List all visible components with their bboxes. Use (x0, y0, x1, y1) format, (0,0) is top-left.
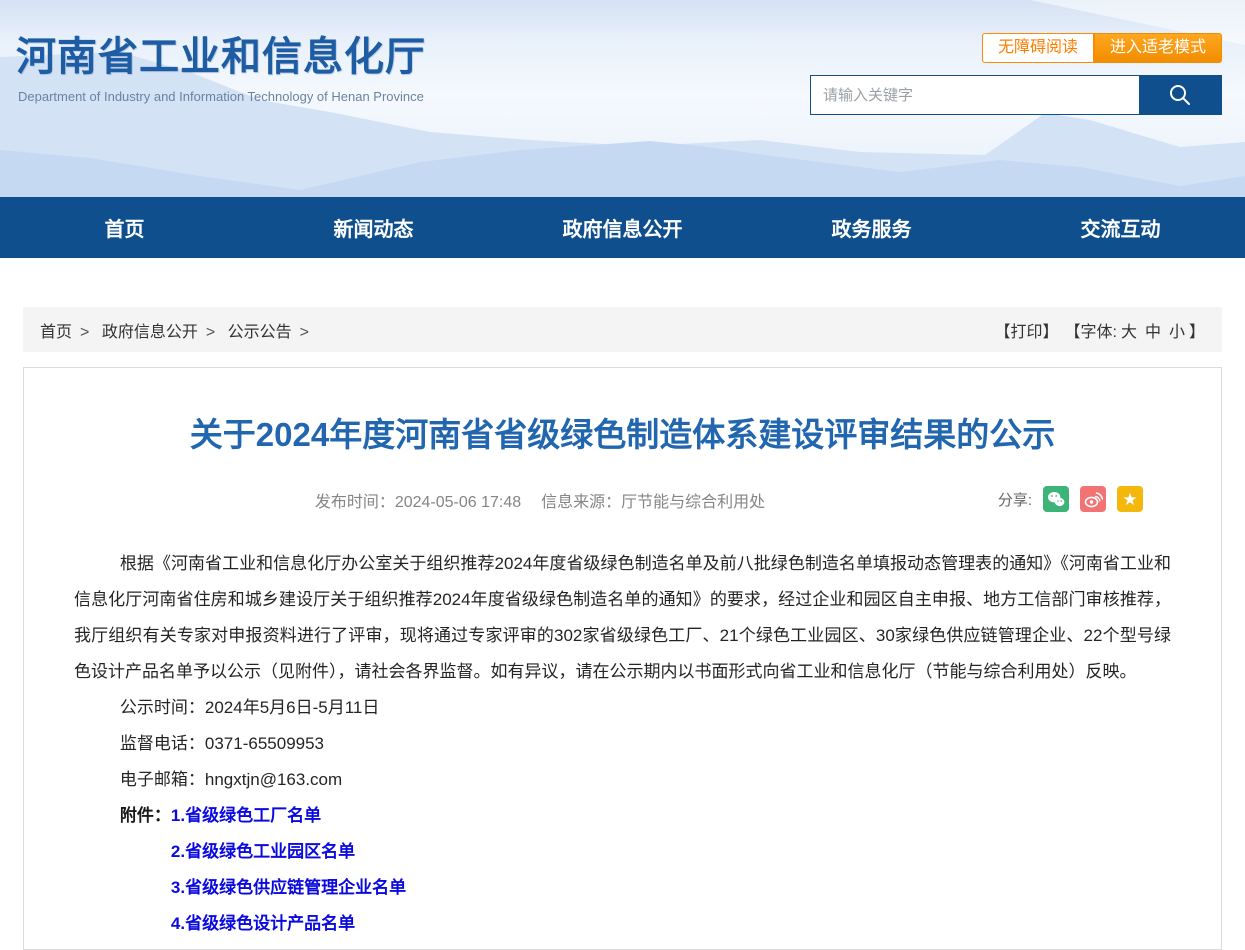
weibo-share-icon[interactable] (1080, 486, 1106, 512)
nav-item[interactable]: 政府信息公开 (498, 197, 747, 258)
attachment-link[interactable]: 4.省级绿色设计产品名单 (171, 906, 406, 942)
search-box (810, 75, 1222, 115)
star-glyph: ★ (1122, 491, 1137, 508)
publish-time-label: 发布时间： (315, 494, 395, 511)
nav-item[interactable]: 交流互动 (996, 197, 1245, 258)
font-tool-prefix: 【字体: (1064, 324, 1116, 341)
nav-item[interactable]: 政务服务 (747, 197, 996, 258)
site-title: 河南省工业和信息化厅 (16, 24, 426, 82)
accessibility-reading-button[interactable]: 无障碍阅读 (982, 33, 1094, 63)
font-tool-suffix: 】 (1189, 324, 1205, 341)
font-size-button[interactable]: 中 (1145, 324, 1161, 341)
breadcrumb-link[interactable]: 政府信息公开 (102, 324, 198, 341)
search-icon (1167, 82, 1193, 108)
breadcrumb-separator: > (300, 324, 309, 341)
article-title: 关于2024年度河南省省级绿色制造体系建设评审结果的公示 (74, 408, 1171, 456)
breadcrumb-separator: > (206, 324, 215, 341)
info-line: 电子邮箱：hngxtjn@163.com (74, 762, 1171, 798)
main-nav: 首页 新闻动态 政府信息公开 政务服务 交流互动 (0, 197, 1245, 258)
article-info-lines: 公示时间：2024年5月6日-5月11日 监督电话：0371-65509953 … (74, 690, 1171, 798)
nav-item[interactable]: 首页 (0, 197, 249, 258)
site-logo: 河南省工业和信息化厅 Department of Industry and In… (16, 24, 426, 104)
publish-time-value: 2024-05-06 17:48 (395, 494, 521, 511)
search-input[interactable] (811, 76, 1139, 114)
font-size-button[interactable]: 大 (1121, 324, 1137, 341)
site-subtitle: Department of Industry and Information T… (18, 89, 426, 104)
search-button[interactable] (1139, 76, 1221, 114)
font-size-tool: 【字体: 大中小】 (1064, 318, 1205, 342)
info-line: 公示时间：2024年5月6日-5月11日 (74, 690, 1171, 726)
attachments-section: 附件： 1.省级绿色工厂名单 2.省级绿色工业园区名单 3.省级绿色供应链管理企… (74, 798, 1171, 942)
article-container: 关于2024年度河南省省级绿色制造体系建设评审结果的公示 发布时间：2024-0… (23, 367, 1222, 950)
breadcrumb-separator: > (80, 324, 89, 341)
font-size-button[interactable]: 小 (1169, 324, 1185, 341)
article-paragraph: 根据《河南省工业和信息化厅办公室关于组织推荐2024年度省级绿色制造名单及前八批… (74, 546, 1171, 690)
print-button[interactable]: 【打印】 (994, 318, 1058, 342)
attachment-link[interactable]: 3.省级绿色供应链管理企业名单 (171, 870, 406, 906)
breadcrumb-link[interactable]: 公示公告 (228, 324, 292, 341)
share-label: 分享: (998, 489, 1032, 510)
site-header: 河南省工业和信息化厅 Department of Industry and In… (0, 0, 1245, 197)
nav-item[interactable]: 新闻动态 (249, 197, 498, 258)
qzone-share-icon[interactable]: ★ (1117, 486, 1143, 512)
attachment-links: 1.省级绿色工厂名单 2.省级绿色工业园区名单 3.省级绿色供应链管理企业名单 … (171, 798, 406, 942)
attachments-label: 附件： (120, 798, 171, 942)
article-body: 根据《河南省工业和信息化厅办公室关于组织推荐2024年度省级绿色制造名单及前八批… (74, 546, 1171, 942)
article-meta-row: 发布时间：2024-05-06 17:48 信息来源：厅节能与综合利用处 分享: (74, 486, 1171, 514)
source-label: 信息来源： (541, 494, 621, 511)
source-value: 厅节能与综合利用处 (621, 494, 765, 511)
wechat-share-icon[interactable] (1043, 486, 1069, 512)
elder-mode-button[interactable]: 进入适老模式 (1094, 33, 1222, 63)
breadcrumb-bar: 首页 > 政府信息公开 > 公示公告 > 【打印】 【字体: 大中小】 (23, 307, 1222, 352)
attachment-link[interactable]: 1.省级绿色工厂名单 (171, 798, 406, 834)
breadcrumb: 首页 > 政府信息公开 > 公示公告 > (40, 318, 317, 342)
info-line: 监督电话：0371-65509953 (74, 726, 1171, 762)
breadcrumb-link[interactable]: 首页 (40, 324, 72, 341)
share-bar: 分享: ★ (998, 486, 1143, 512)
attachment-link[interactable]: 2.省级绿色工业园区名单 (171, 834, 406, 870)
article-meta: 发布时间：2024-05-06 17:48 信息来源：厅节能与综合利用处 (315, 488, 765, 512)
